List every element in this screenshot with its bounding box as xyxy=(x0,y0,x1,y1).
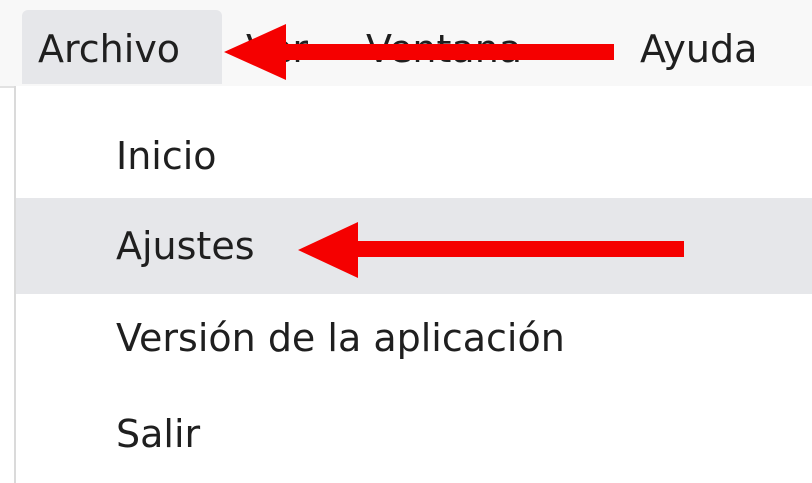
menu-ayuda[interactable]: Ayuda xyxy=(640,10,757,84)
menu-archivo[interactable]: Archivo xyxy=(22,10,222,84)
menu-ver[interactable]: Ver xyxy=(246,10,308,84)
menu-item-inicio[interactable]: Inicio xyxy=(16,108,812,204)
menu-item-version[interactable]: Versión de la aplicación xyxy=(16,290,812,386)
menu-item-ajustes[interactable]: Ajustes xyxy=(16,198,812,294)
app-window: Archivo Ver Ventana Ayuda Inicio Ajustes… xyxy=(0,0,812,483)
menu-item-salir[interactable]: Salir xyxy=(16,386,812,482)
archivo-dropdown-menu: Inicio Ajustes Versión de la aplicación … xyxy=(14,86,812,483)
menu-ventana[interactable]: Ventana xyxy=(366,10,522,84)
menu-bar: Archivo Ver Ventana Ayuda xyxy=(0,0,812,88)
